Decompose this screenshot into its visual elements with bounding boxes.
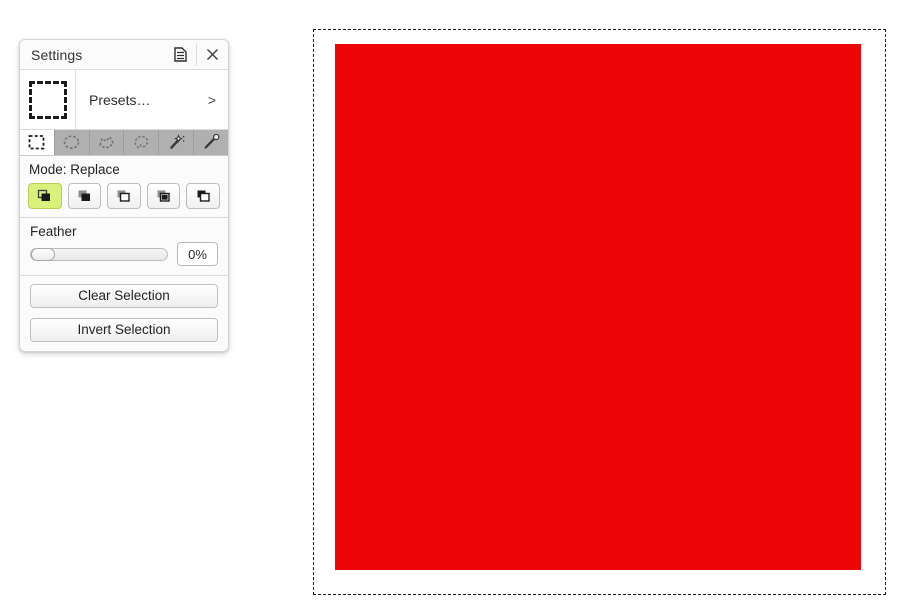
feather-slider-handle[interactable] [31, 247, 55, 261]
color-picker-tool[interactable] [194, 130, 228, 155]
mode-union[interactable] [67, 183, 102, 209]
mode-xor[interactable] [146, 183, 181, 209]
feather-value-input[interactable]: 0% [177, 242, 218, 266]
polygon-select-tool[interactable] [90, 130, 125, 155]
presets-row[interactable]: Presets… > [20, 70, 228, 130]
panel-titlebar: Settings [20, 40, 228, 70]
feather-slider[interactable] [30, 247, 168, 261]
close-icon[interactable] [197, 40, 228, 69]
rectangle-select-tool[interactable] [20, 130, 55, 155]
feather-label: Feather [30, 224, 77, 239]
mode-intersect[interactable] [186, 183, 220, 209]
clear-selection-button[interactable]: Clear Selection [30, 284, 218, 308]
red-rectangle-shape[interactable] [335, 44, 861, 570]
feather-row: 0% [30, 242, 218, 266]
preset-thumbnail-cell [20, 70, 76, 129]
menu-icon[interactable] [165, 40, 196, 69]
tool-strip [20, 130, 228, 156]
mode-buttons [28, 183, 220, 209]
mode-section: Mode: Replace [20, 156, 228, 218]
ellipse-select-tool[interactable] [55, 130, 90, 155]
page-title: Settings [31, 46, 83, 63]
mode-exclude[interactable] [107, 183, 141, 209]
magic-wand-tool[interactable] [159, 130, 195, 155]
settings-panel: Settings Presets… > Mode: Replace Feathe… [19, 39, 229, 352]
drawing-canvas[interactable] [313, 29, 886, 595]
lasso-select-tool[interactable] [124, 130, 160, 155]
mode-label: Mode: Replace [29, 162, 120, 177]
mode-replace[interactable] [28, 183, 62, 209]
rectangle-select-preset-thumbnail [28, 80, 67, 119]
invert-selection-button[interactable]: Invert Selection [30, 318, 218, 342]
actions-section: Clear Selection Invert Selection [20, 276, 228, 351]
chevron-right-icon: > [207, 91, 216, 108]
presets-label-cell[interactable]: Presets… > [76, 70, 228, 129]
feather-section: Feather 0% [20, 218, 228, 276]
presets-label: Presets… [89, 91, 151, 108]
